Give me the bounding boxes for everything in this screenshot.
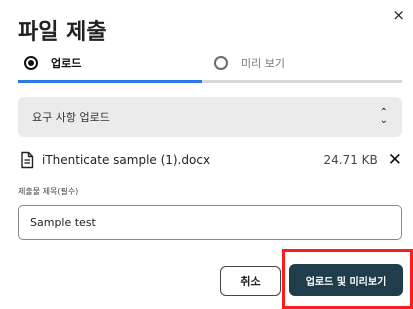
file-name: iThenticate sample (1).docx <box>42 153 211 167</box>
submission-title-input[interactable] <box>18 205 402 240</box>
stepper: 업로드 미리 보기 <box>18 52 402 83</box>
step-progress-fill <box>18 80 203 83</box>
step-preview-label: 미리 보기 <box>241 57 285 70</box>
step-upload[interactable]: 업로드 <box>24 52 81 74</box>
cancel-button[interactable]: 취소 <box>220 266 281 296</box>
chevron-up-down-icon: ⌃ ⌄ <box>379 107 388 126</box>
upload-and-preview-button[interactable]: 업로드 및 미리보기 <box>289 264 403 296</box>
requirements-upload-select[interactable]: 요구 사항 업로드 ⌃ ⌄ <box>18 97 402 137</box>
step-preview[interactable]: 미리 보기 <box>214 52 285 74</box>
requirements-upload-label: 요구 사항 업로드 <box>32 111 110 124</box>
document-icon <box>21 151 34 169</box>
radio-selected-icon <box>24 56 38 70</box>
uploaded-file-row: iThenticate sample (1).docx 24.71 KB ✕ <box>18 148 402 172</box>
remove-file-icon[interactable]: ✕ <box>388 150 402 170</box>
close-icon[interactable]: × <box>392 6 405 24</box>
step-upload-label: 업로드 <box>51 57 82 70</box>
submission-title-label: 제출물 제목(필수) <box>18 187 79 196</box>
step-progress-bar <box>18 80 402 83</box>
file-size: 24.71 KB <box>323 153 378 167</box>
radio-empty-icon <box>214 56 228 70</box>
dialog-title: 파일 제출 <box>18 20 107 45</box>
